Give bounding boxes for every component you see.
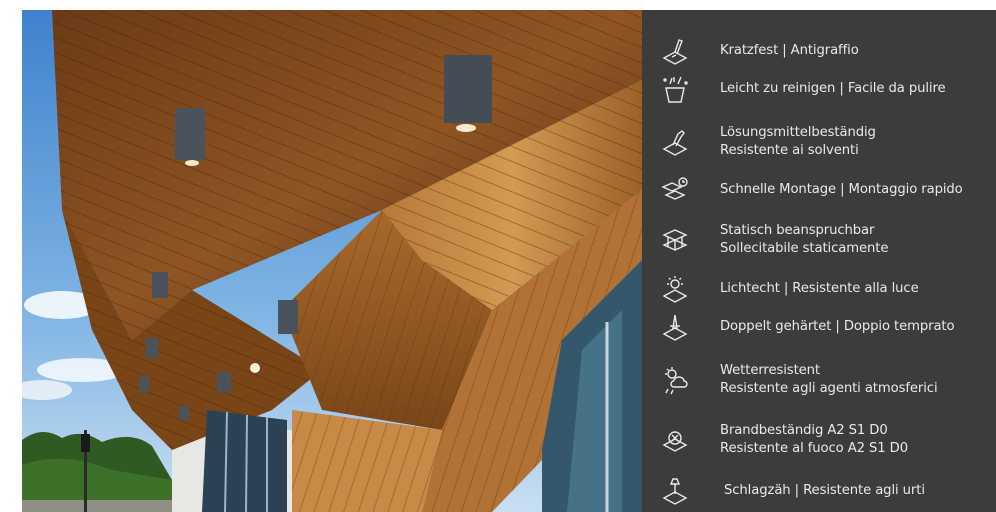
feature-text: Lichtecht | Resistente alla luce bbox=[720, 280, 919, 298]
impact-resistant-icon bbox=[660, 476, 690, 506]
feature-line: Leicht zu reinigen | Facile da pulire bbox=[720, 81, 946, 96]
feature-line: Wetterresistent bbox=[720, 363, 820, 378]
feature-item-weather-resistant: Wetterresistent Resistente agli agenti at… bbox=[642, 358, 996, 402]
feature-item-load-bearing: Statisch beanspruchbar Sollecitabile stat… bbox=[642, 218, 996, 262]
feature-line: Kratzfest | Antigraffio bbox=[720, 43, 859, 58]
feature-item-double-hardened: Doppelt gehärtet | Doppio temprato bbox=[642, 310, 996, 344]
feature-item-scratch-resistant: Kratzfest | Antigraffio bbox=[642, 34, 996, 68]
feature-line: Resistente agli agenti atmosferici bbox=[720, 381, 938, 396]
feature-text: Wetterresistent Resistente agli agenti at… bbox=[720, 362, 938, 398]
feature-item-lightfast: Lichtecht | Resistente alla luce bbox=[642, 272, 996, 306]
double-hardened-icon bbox=[660, 312, 690, 342]
feature-line: Resistente ai solventi bbox=[720, 143, 859, 158]
feature-text: Statisch beanspruchbar Sollecitabile stat… bbox=[720, 222, 888, 258]
feature-line: Statisch beanspruchbar bbox=[720, 223, 875, 238]
load-bearing-icon bbox=[660, 225, 690, 255]
feature-item-fire-resistant: Brandbeständig A2 S1 D0 Resistente al fuo… bbox=[642, 418, 996, 462]
feature-line: Doppelt gehärtet | Doppio temprato bbox=[720, 319, 955, 334]
feature-line: Brandbeständig A2 S1 D0 bbox=[720, 423, 888, 438]
feature-text: Schnelle Montage | Montaggio rapido bbox=[720, 181, 963, 199]
feature-line: Schlagzäh | Resistente agli urti bbox=[724, 483, 925, 498]
facade-illustration bbox=[22, 10, 642, 512]
feature-line: Schnelle Montage | Montaggio rapido bbox=[720, 182, 963, 197]
feature-item-impact-resistant: Schlagzäh | Resistente agli urti bbox=[642, 474, 996, 508]
feature-text: Schlagzäh | Resistente agli urti bbox=[724, 482, 925, 500]
lightfast-icon bbox=[660, 274, 690, 304]
feature-text: Brandbeständig A2 S1 D0 Resistente al fuo… bbox=[720, 422, 908, 458]
scratch-resistant-icon bbox=[660, 36, 690, 66]
easy-clean-icon bbox=[660, 74, 690, 104]
weather-resistant-icon bbox=[660, 365, 690, 395]
feature-text: Leicht zu reinigen | Facile da pulire bbox=[720, 80, 946, 98]
feature-panel: Kratzfest | Antigraffio Leicht zu reinig… bbox=[642, 10, 996, 512]
feature-line: Sollecitabile staticamente bbox=[720, 241, 889, 256]
feature-line: Resistente al fuoco A2 S1 D0 bbox=[720, 441, 909, 456]
feature-text: Lösungsmittelbeständig Resistente ai solv… bbox=[720, 124, 876, 160]
feature-text: Doppelt gehärtet | Doppio temprato bbox=[720, 318, 955, 336]
fire-resistant-icon bbox=[660, 425, 690, 455]
solvent-resistant-icon bbox=[660, 127, 690, 157]
building-facade-photo bbox=[22, 10, 642, 512]
feature-text: Kratzfest | Antigraffio bbox=[720, 42, 859, 60]
feature-line: Lichtecht | Resistente alla luce bbox=[720, 281, 919, 296]
feature-item-quick-assembly: Schnelle Montage | Montaggio rapido bbox=[642, 173, 996, 207]
feature-item-easy-clean: Leicht zu reinigen | Facile da pulire bbox=[642, 72, 996, 106]
feature-line: Lösungsmittelbeständig bbox=[720, 125, 876, 140]
feature-item-solvent-resistant: Lösungsmittelbeständig Resistente ai solv… bbox=[642, 120, 996, 164]
quick-assembly-icon bbox=[660, 175, 690, 205]
